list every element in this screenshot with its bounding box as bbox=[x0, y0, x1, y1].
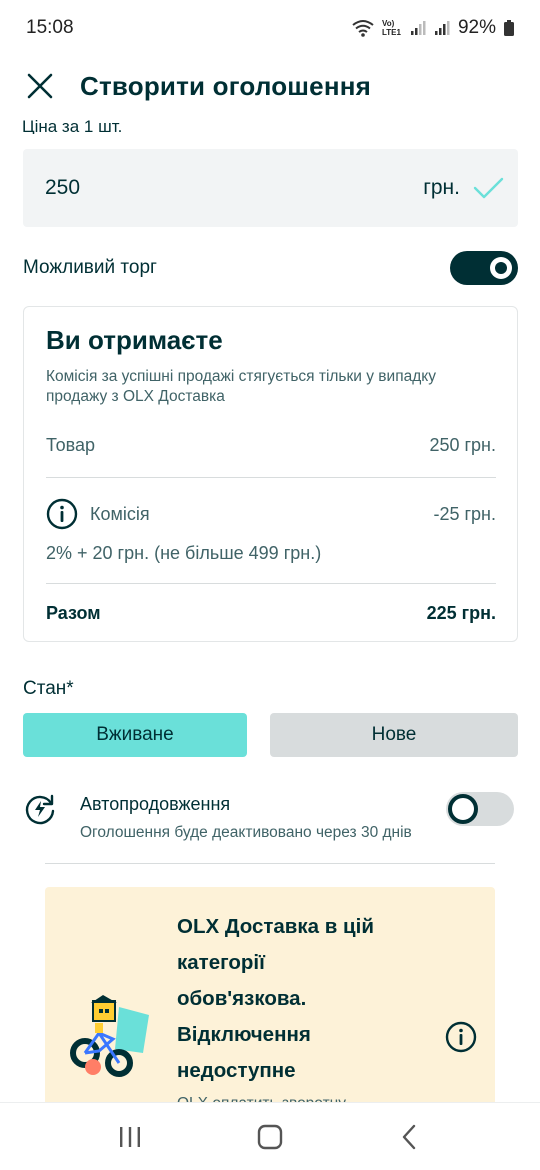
info-icon[interactable] bbox=[46, 498, 78, 530]
check-icon bbox=[473, 177, 504, 199]
battery-icon bbox=[504, 20, 514, 36]
bike-delivery-illustration bbox=[70, 995, 149, 1077]
haggle-toggle[interactable] bbox=[450, 251, 518, 285]
back-button[interactable] bbox=[380, 1112, 440, 1162]
toggle-knob bbox=[490, 257, 512, 279]
back-icon bbox=[402, 1124, 416, 1149]
fee-formula: 2% + 20 грн. (не більше 499 грн.) bbox=[46, 543, 322, 563]
info-icon[interactable] bbox=[445, 1021, 477, 1053]
navigation-bar bbox=[0, 1102, 540, 1170]
autorenew-title: Автопродовження bbox=[80, 794, 231, 814]
close-icon bbox=[27, 73, 53, 99]
divider bbox=[46, 583, 496, 584]
autorenew-icon bbox=[25, 794, 55, 825]
autorenew-row: Автопродовження Оголошення буде деактиво… bbox=[23, 790, 518, 864]
autorenew-toggle[interactable] bbox=[446, 792, 514, 826]
fee-label: Комісія bbox=[90, 503, 150, 524]
recents-button[interactable] bbox=[100, 1112, 160, 1162]
goods-value: 250 грн. bbox=[429, 435, 496, 455]
condition-new-button[interactable]: Нове bbox=[270, 713, 518, 757]
battery-percent: 92% bbox=[457, 17, 496, 38]
divider bbox=[45, 863, 495, 864]
autorenew-description: Оголошення буде деактивовано через 30 дн… bbox=[80, 824, 412, 841]
price-input[interactable]: 250 грн. bbox=[23, 149, 518, 227]
recents-icon bbox=[120, 1126, 140, 1147]
total-row: Разом 225 грн. bbox=[46, 603, 496, 624]
receive-card: Ви отримаєте Комісія за успішні продажі … bbox=[23, 306, 518, 642]
wifi-icon bbox=[352, 20, 374, 37]
fee-value: -25 грн. bbox=[433, 503, 496, 524]
divider bbox=[46, 477, 496, 478]
condition-label: Стан* bbox=[23, 678, 74, 699]
network-type: Vo) LTE1 bbox=[381, 19, 401, 37]
toggle-knob bbox=[448, 794, 478, 824]
fee-row: Комісія -25 грн. bbox=[46, 497, 496, 531]
goods-row: Товар 250 грн. bbox=[46, 435, 496, 456]
page-title: Створити оголошення bbox=[80, 70, 372, 101]
fee-left: Комісія bbox=[46, 498, 150, 530]
haggle-row: Можливий торг bbox=[23, 248, 518, 288]
receive-note: Комісія за успішні продажі стягується ті… bbox=[46, 368, 436, 405]
signal-icon-2 bbox=[434, 21, 450, 35]
status-time: 15:08 bbox=[26, 17, 74, 38]
goods-label: Товар bbox=[46, 435, 95, 455]
status-icons: Vo) LTE1 92% bbox=[352, 17, 514, 39]
condition-used-button[interactable]: Вживане bbox=[23, 713, 247, 757]
receive-title: Ви отримаєте bbox=[46, 325, 223, 355]
price-unit: грн. bbox=[423, 176, 460, 199]
close-button[interactable] bbox=[0, 56, 80, 116]
signal-icon bbox=[410, 21, 426, 35]
price-value[interactable]: 250 bbox=[45, 176, 423, 200]
home-icon bbox=[257, 1124, 283, 1149]
total-value: 225 грн. bbox=[426, 603, 496, 623]
status-bar: 15:08 Vo) LTE1 92% bbox=[0, 0, 540, 56]
haggle-label: Можливий торг bbox=[23, 257, 157, 278]
total-label: Разом bbox=[46, 603, 101, 623]
home-button[interactable] bbox=[240, 1112, 300, 1162]
app-header: Створити оголошення bbox=[0, 56, 540, 116]
delivery-title: OLX Доставка в цій категорії обов'язкова… bbox=[177, 915, 374, 1082]
